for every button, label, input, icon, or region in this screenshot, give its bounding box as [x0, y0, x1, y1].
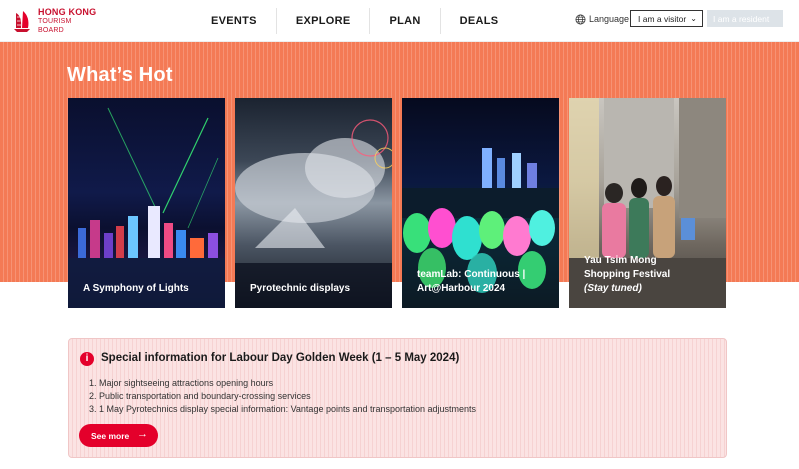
- arrow-right-icon: →: [137, 428, 148, 440]
- globe-icon: [575, 14, 586, 24]
- nav-deals[interactable]: DEALS: [441, 8, 518, 34]
- alert-icon: i: [80, 352, 94, 366]
- special-info-box: i Special information for Labour Day Gol…: [68, 338, 727, 458]
- card-caption-line: Art@Harbour 2024: [417, 283, 506, 294]
- card-caption-line: teamLab: Continuous |: [417, 269, 526, 280]
- fireworks-image: [235, 119, 392, 308]
- info-title: Special information for Labour Day Golde…: [101, 352, 460, 364]
- info-list: 1. Major sightseeing attractions opening…: [89, 377, 476, 416]
- nav-explore[interactable]: EXPLORE: [277, 8, 371, 34]
- card-caption: Yau Tsim Mong Shopping Festival (Stay tu…: [584, 254, 716, 296]
- logo-line-2: TOURISM BOARD: [38, 17, 72, 34]
- card-caption-line: Shopping Festival: [584, 269, 671, 280]
- logo-line-1: HONG KONG: [38, 6, 97, 17]
- see-more-button[interactable]: See more →: [79, 424, 158, 447]
- nav-events[interactable]: EVENTS: [192, 8, 277, 34]
- resident-button-label: I am a resident: [713, 13, 770, 24]
- info-item[interactable]: 2. Public transportation and boundary-cr…: [89, 390, 476, 403]
- chevron-down-icon: ⌄: [690, 14, 697, 23]
- card-caption-line: A Symphony of Lights: [83, 283, 189, 294]
- visitor-select-value: I am a visitor: [638, 13, 687, 24]
- hktb-logo[interactable]: HONG KONG TOURISM BOARD: [8, 6, 98, 36]
- card-caption-italic: (Stay tuned): [584, 283, 642, 294]
- site-header: HONG KONG TOURISM BOARD EVENTS EXPLORE P…: [0, 0, 799, 42]
- visitor-type-select[interactable]: I am a visitor ⌄: [630, 10, 703, 27]
- card-caption: A Symphony of Lights: [83, 282, 215, 296]
- resident-button[interactable]: I am a resident: [707, 10, 783, 27]
- hot-card-teamlab[interactable]: teamLab: Continuous | Art@Harbour 2024: [402, 98, 559, 308]
- hot-card-symphony-of-lights[interactable]: A Symphony of Lights: [68, 98, 225, 308]
- card-caption-line: Pyrotechnic displays: [250, 283, 351, 294]
- section-title: What’s Hot: [67, 64, 173, 86]
- junk-boat-logo-icon: [14, 11, 30, 32]
- info-item[interactable]: 3. 1 May Pyrotechnics display special in…: [89, 403, 476, 416]
- card-caption-note: (Stay tuned): [584, 282, 716, 296]
- hot-card-yau-tsim-mong[interactable]: Yau Tsim Mong Shopping Festival (Stay tu…: [569, 98, 726, 308]
- card-caption: Pyrotechnic displays: [250, 282, 382, 296]
- info-item[interactable]: 1. Major sightseeing attractions opening…: [89, 377, 476, 390]
- logo-text: HONG KONG TOURISM BOARD: [38, 6, 98, 35]
- main-nav: EVENTS EXPLORE PLAN DEALS: [192, 8, 517, 34]
- card-caption-line: Yau Tsim Mong: [584, 255, 657, 266]
- see-more-label: See more: [91, 430, 130, 441]
- hot-card-pyrotechnic-displays[interactable]: Pyrotechnic displays: [235, 98, 392, 308]
- nav-plan[interactable]: PLAN: [370, 8, 441, 34]
- language-selector[interactable]: Language: [575, 11, 629, 27]
- card-caption: teamLab: Continuous | Art@Harbour 2024: [417, 268, 549, 296]
- symphony-of-lights-image: [68, 107, 225, 308]
- language-label: Language: [589, 14, 630, 24]
